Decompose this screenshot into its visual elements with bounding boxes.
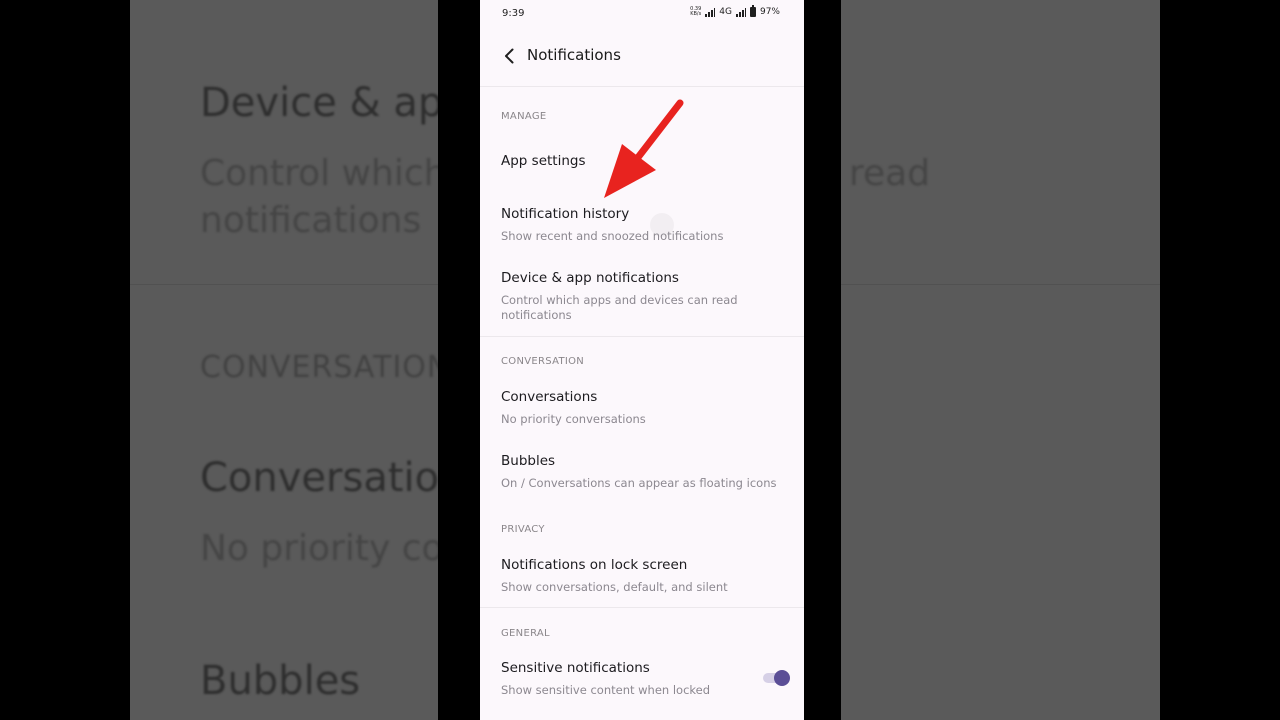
conversations-item[interactable]: Conversations No priority conversations [480,389,804,431]
section-heading-general: GENERAL [501,628,550,639]
page-title: Notifications [527,46,621,64]
network-speed-unit: KB/s [690,11,702,17]
bg-sub-conversations: No priority co [200,528,438,569]
app-settings-title: App settings [501,153,586,169]
conversations-title: Conversations [501,389,598,405]
lock-screen-subtitle: Show conversations, default, and silent [501,580,728,594]
bubbles-subtitle: On / Conversations can appear as floatin… [501,476,777,490]
section-divider-1 [480,336,804,337]
bg-sub-read: read [849,153,931,194]
notification-history-item[interactable]: Notification history Show recent and sno… [480,206,804,248]
toggle-thumb [774,670,790,686]
blurred-background-right: read [841,0,1160,720]
bg-divider-right [841,284,1160,285]
section-divider-2 [480,607,804,608]
bg-heading-conversation: CONVERSATION [200,350,438,385]
sensitive-notifications-item[interactable]: Sensitive notifications Show sensitive c… [480,660,804,702]
header-divider [480,86,804,87]
network-type: 4G [719,7,732,17]
lock-screen-title: Notifications on lock screen [501,557,688,573]
blurred-background-left: Device & ap Control which notifications … [130,0,438,720]
sensitive-notifications-subtitle: Show sensitive content when locked [501,683,711,697]
red-arrow-icon [604,99,684,198]
back-button[interactable] [498,44,522,68]
sensitive-notifications-title: Sensitive notifications [501,660,650,676]
bg-divider [130,284,438,285]
bubbles-title: Bubbles [501,453,556,469]
status-time: 9:39 [502,8,525,19]
bg-title-bubbles: Bubbles [200,658,361,704]
app-bar: Notifications [480,36,804,76]
sensitive-notifications-toggle[interactable] [761,669,791,687]
section-heading-privacy: PRIVACY [501,524,545,535]
status-bar: 9:39 0.39 KB/s 4G 97% [480,0,804,28]
section-heading-conversation: CONVERSATION [501,356,585,367]
device-app-notifications-item[interactable]: Device & app notifications Control which… [480,270,804,326]
battery-level: 97% [759,7,780,17]
bg-sub-device-1: Control which [200,153,438,194]
bg-title-device: Device & ap [200,80,438,126]
back-arrow-icon [505,48,514,64]
cell-signal-icon [735,7,746,17]
conversations-subtitle: No priority conversations [501,412,646,426]
bg-sub-device-2: notifications [200,200,422,241]
status-icons: 0.39 KB/s 4G 97% [690,5,780,17]
device-app-notifications-subtitle: Control which apps and devices can read … [501,293,738,322]
lock-screen-item[interactable]: Notifications on lock screen Show conver… [480,557,804,599]
network-speed: 0.39 KB/s [690,7,701,17]
wifi-signal-icon [705,7,716,17]
bg-title-conversations: Conversatio [200,455,438,501]
notification-history-title: Notification history [501,206,630,222]
device-app-notifications-title: Device & app notifications [501,270,679,286]
section-heading-manage: MANAGE [501,111,547,122]
bubbles-item[interactable]: Bubbles On / Conversations can appear as… [480,453,804,495]
battery-icon [749,5,756,17]
notification-history-subtitle: Show recent and snoozed notifications [501,229,724,243]
